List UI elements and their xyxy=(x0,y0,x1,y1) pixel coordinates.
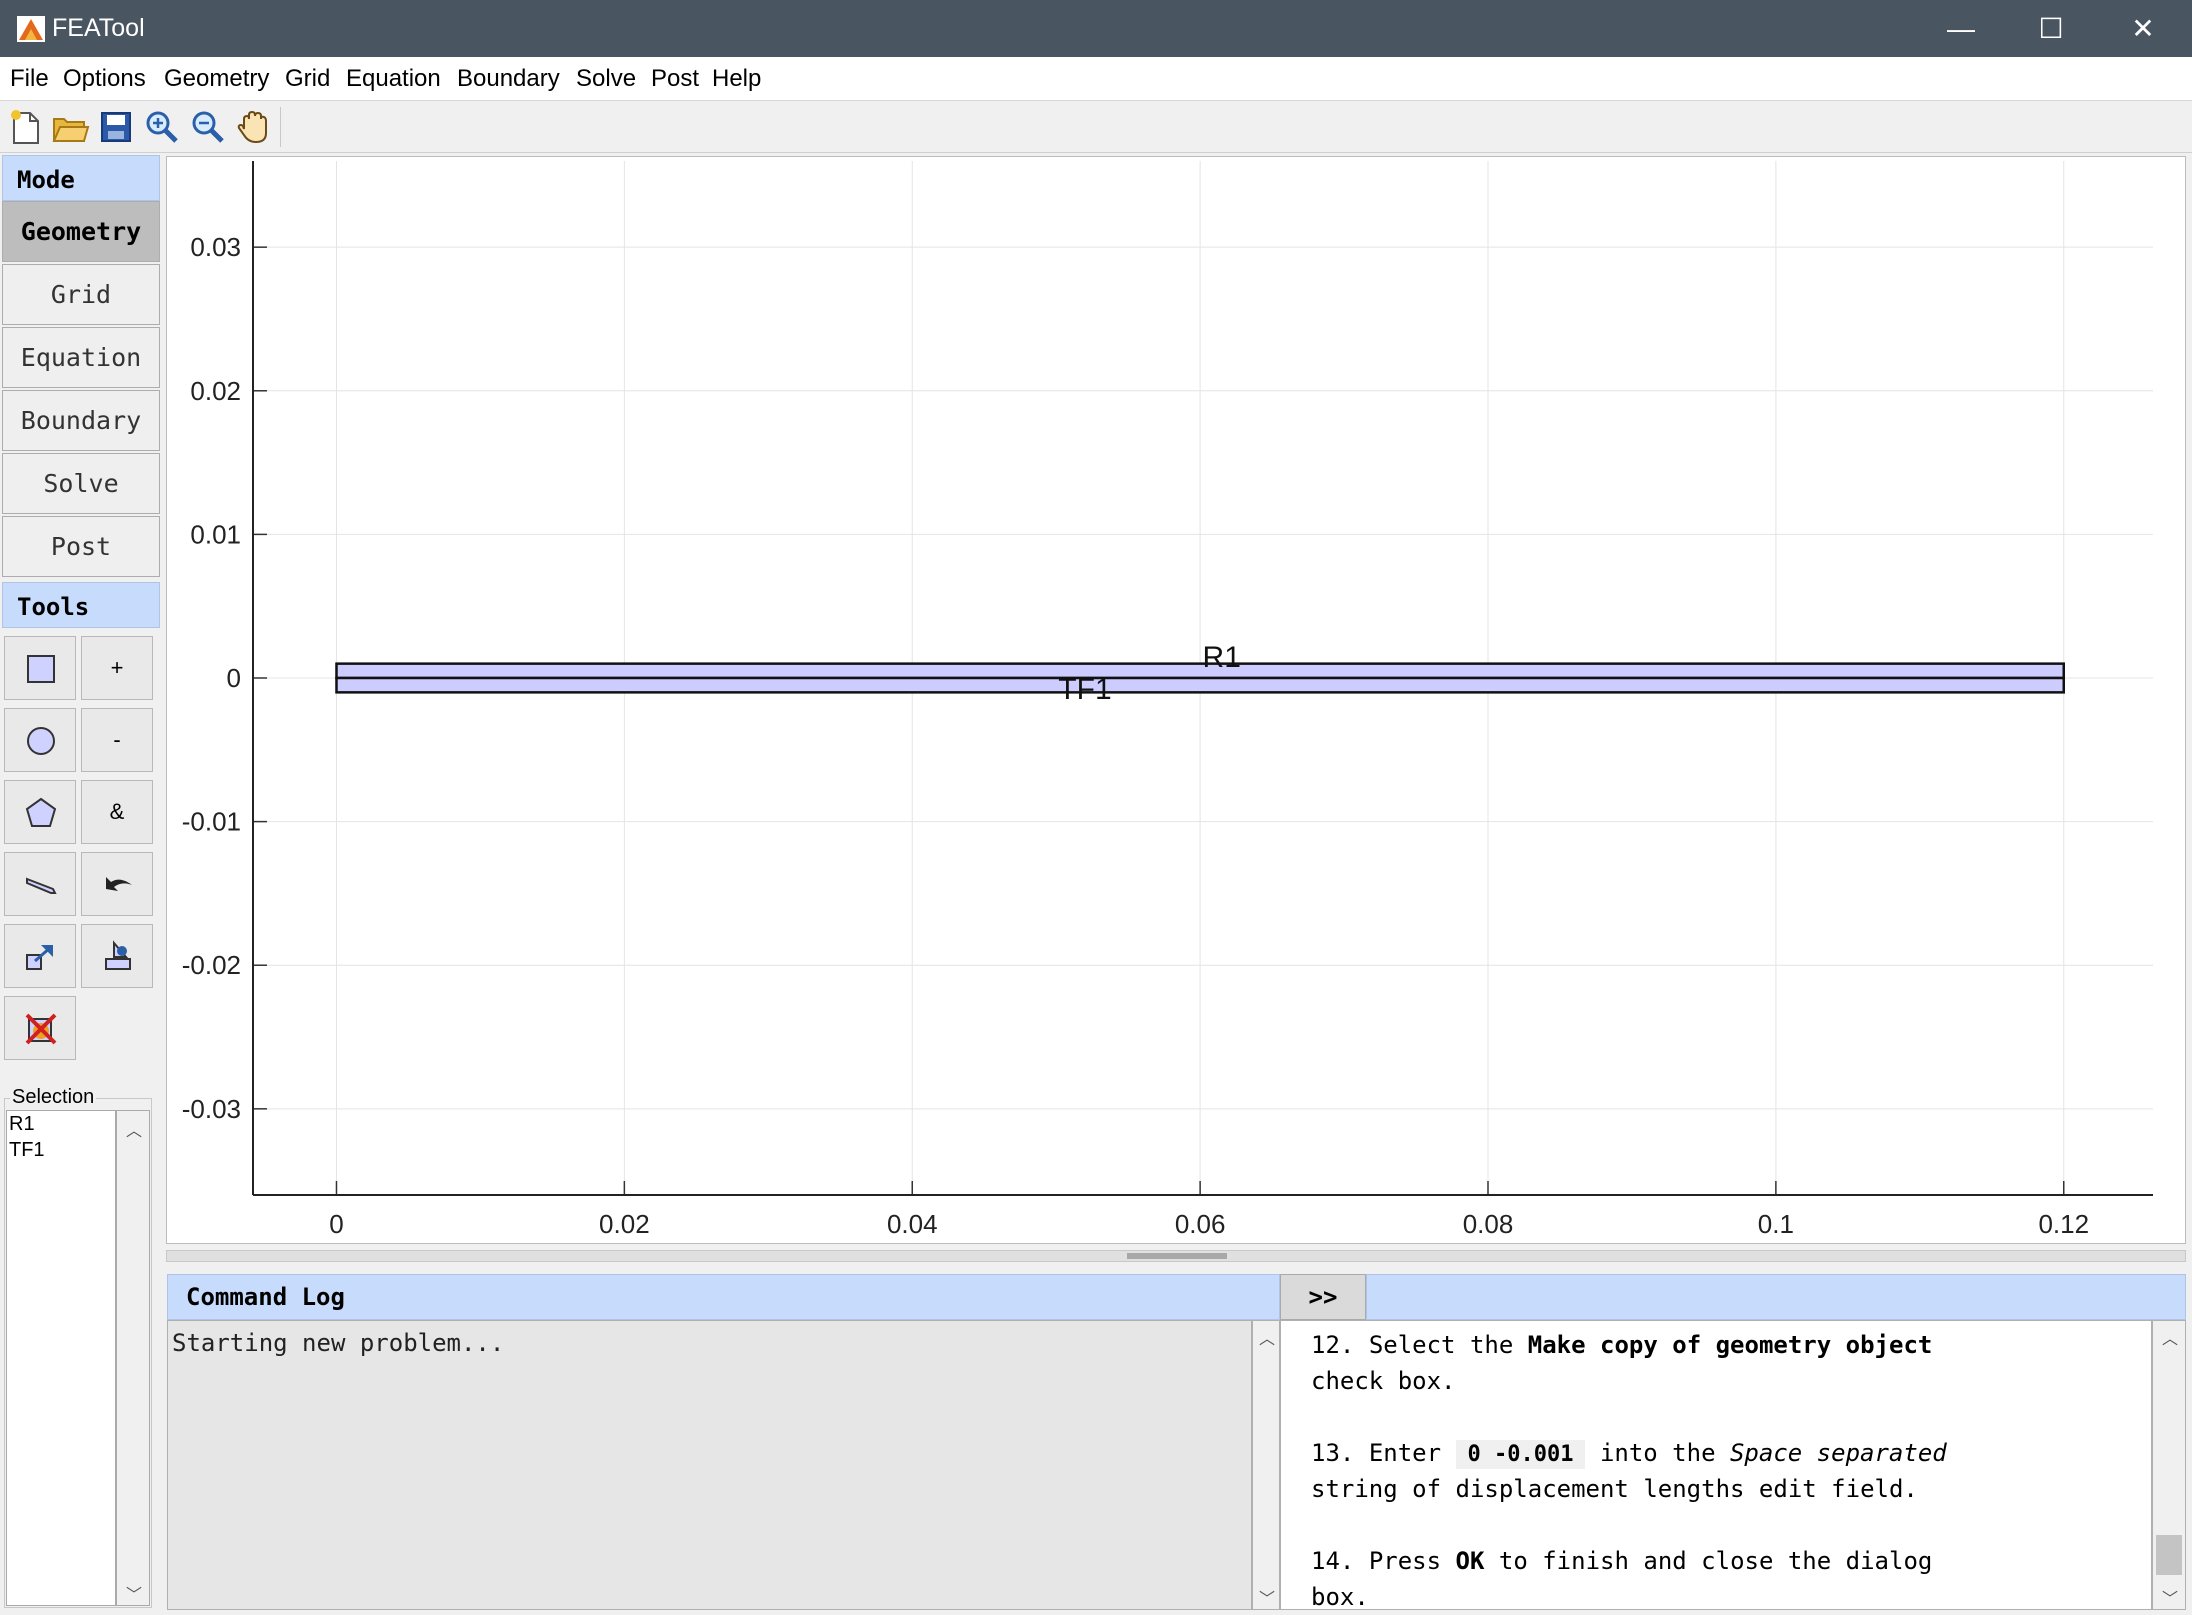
delete-icon xyxy=(25,1013,57,1045)
menu-geometry[interactable]: Geometry xyxy=(164,65,269,93)
help-step-13-cont: string of displacement lengths edit fiel… xyxy=(1311,1475,1918,1503)
x-tick-label: 0.04 xyxy=(887,1209,938,1239)
zoom-out-icon[interactable] xyxy=(188,107,228,147)
zoom-in-icon[interactable] xyxy=(142,107,182,147)
transform-icon xyxy=(26,945,53,970)
union-button[interactable]: + xyxy=(81,636,153,700)
command-log-header: Command Log xyxy=(167,1274,1280,1320)
selection-scrollbar[interactable]: ︿ ﹀ xyxy=(116,1110,150,1606)
x-tick-label: 0.06 xyxy=(1175,1209,1226,1239)
menu-bar: File Options Geometry Grid Equation Boun… xyxy=(0,57,2192,101)
selection-listbox[interactable]: R1 TF1 xyxy=(6,1110,116,1606)
scroll-up-arrow-icon[interactable]: ︿ xyxy=(126,1117,142,1141)
menu-post[interactable]: Post xyxy=(651,65,699,93)
delete-tool-button[interactable] xyxy=(4,996,76,1060)
help-step-14-cont: box. xyxy=(1311,1583,1369,1610)
line-tool-button[interactable] xyxy=(4,852,76,916)
scale-tool-button[interactable] xyxy=(81,924,153,988)
menu-options[interactable]: Options xyxy=(63,65,146,93)
help-step-12-cont: check box. xyxy=(1311,1367,1456,1395)
help-panel: 12. Select the Make copy of geometry obj… xyxy=(1280,1320,2152,1610)
new-file-icon[interactable] xyxy=(6,107,46,147)
scroll-up-arrow-icon[interactable]: ︿ xyxy=(1259,1325,1275,1349)
menu-boundary[interactable]: Boundary xyxy=(457,65,560,93)
polygon-icon xyxy=(25,797,57,827)
geometry-label-r1: R1 xyxy=(1203,641,1241,674)
intersect-button[interactable]: & xyxy=(81,780,153,844)
polygon-tool-button[interactable] xyxy=(4,780,76,844)
mode-geometry-button[interactable]: Geometry xyxy=(2,201,160,262)
scroll-down-arrow-icon[interactable]: ﹀ xyxy=(1259,1585,1275,1609)
toolbar xyxy=(0,101,2192,153)
command-log-text: Starting new problem... xyxy=(172,1329,505,1357)
window-title: FEATool xyxy=(52,14,145,42)
toolbar-separator xyxy=(280,107,281,147)
undo-button[interactable] xyxy=(81,852,153,916)
transform-tool-button[interactable] xyxy=(4,924,76,988)
plot-panel[interactable]: 0 0.02 0.04 0.06 0.08 0.1 0.12 0.03 0.02 0.01 0 -0.… xyxy=(166,156,2186,1244)
command-log-scrollbar[interactable]: ︿ ﹀ xyxy=(1252,1320,1280,1610)
mode-equation-button[interactable]: Equation xyxy=(2,327,160,388)
rectangle-tool-button[interactable] xyxy=(4,636,76,700)
scroll-up-arrow-icon[interactable]: ︿ xyxy=(2162,1325,2178,1349)
geometry-plot[interactable]: 0 0.02 0.04 0.06 0.08 0.1 0.12 0.03 0.02 0.01 0 -0.… xyxy=(167,157,2187,1245)
rectangle-icon xyxy=(27,655,55,683)
y-tick-label: -0.02 xyxy=(182,950,241,980)
menu-solve[interactable]: Solve xyxy=(576,65,636,93)
save-icon[interactable] xyxy=(96,107,136,147)
y-tick-label: 0.01 xyxy=(190,519,241,549)
x-tick-label: 0.12 xyxy=(2038,1209,2089,1239)
y-tick-label: -0.01 xyxy=(182,807,241,837)
close-button[interactable]: ✕ xyxy=(2098,0,2188,57)
geometry-object-r1 xyxy=(335,662,2066,680)
menu-grid[interactable]: Grid xyxy=(285,65,330,93)
selection-item-tf1[interactable]: TF1 xyxy=(9,1139,45,1162)
circle-tool-button[interactable] xyxy=(4,708,76,772)
tools-header: Tools xyxy=(2,582,160,628)
mode-header: Mode xyxy=(2,155,160,201)
undo-icon xyxy=(106,877,132,891)
help-scrollbar[interactable]: ︿ ﹀ xyxy=(2152,1320,2186,1610)
help-scroll-thumb[interactable] xyxy=(2156,1535,2182,1575)
splitter-grip[interactable] xyxy=(1127,1253,1227,1259)
title-bar: FEATool — ☐ ✕ xyxy=(0,0,2192,57)
y-tick-label: 0.02 xyxy=(190,376,241,406)
panel-splitter[interactable] xyxy=(166,1250,2186,1262)
pan-hand-icon[interactable] xyxy=(234,107,274,147)
y-tick-label: 0 xyxy=(227,663,241,693)
geometry-label-tf1: TF1 xyxy=(1058,673,1111,706)
command-log[interactable]: Starting new problem... xyxy=(167,1320,1252,1610)
mode-post-button[interactable]: Post xyxy=(2,516,160,577)
selection-item-r1[interactable]: R1 xyxy=(9,1113,35,1136)
mode-solve-button[interactable]: Solve xyxy=(2,453,160,514)
scale-icon xyxy=(105,940,131,970)
help-step-14: 14. Press OK to finish and close the dia… xyxy=(1311,1547,1933,1575)
x-tick-label: 0.02 xyxy=(599,1209,650,1239)
menu-file[interactable]: File xyxy=(10,65,49,93)
scroll-down-arrow-icon[interactable]: ﹀ xyxy=(126,1581,142,1605)
y-tick-label: 0.03 xyxy=(190,232,241,262)
y-tick-label: -0.03 xyxy=(182,1094,241,1124)
expand-help-button[interactable]: >> xyxy=(1280,1274,1366,1320)
circle-icon xyxy=(27,727,55,755)
mode-grid-button[interactable]: Grid xyxy=(2,264,160,325)
featool-logo-icon xyxy=(17,16,45,42)
menu-equation[interactable]: Equation xyxy=(346,65,441,93)
help-header xyxy=(1366,1274,2186,1320)
maximize-button[interactable]: ☐ xyxy=(2006,0,2096,57)
help-step-12: 12. Select the Make copy of geometry obj… xyxy=(1311,1331,1933,1359)
subtract-button[interactable]: - xyxy=(81,708,153,772)
x-tick-label: 0 xyxy=(329,1209,343,1239)
open-folder-icon[interactable] xyxy=(50,107,90,147)
mode-boundary-button[interactable]: Boundary xyxy=(2,390,160,451)
minimize-button[interactable]: — xyxy=(1916,0,2006,57)
geometry-object-tf1 xyxy=(335,676,2066,694)
menu-help[interactable]: Help xyxy=(712,65,761,93)
line-icon xyxy=(26,877,57,894)
help-step-13: 13. Enter 0 -0.001 into the Space separa… xyxy=(1311,1439,1947,1469)
x-tick-label: 0.08 xyxy=(1463,1209,1514,1239)
x-tick-label: 0.1 xyxy=(1758,1209,1794,1239)
selection-label: Selection xyxy=(10,1086,97,1109)
scroll-down-arrow-icon[interactable]: ﹀ xyxy=(2162,1585,2178,1609)
